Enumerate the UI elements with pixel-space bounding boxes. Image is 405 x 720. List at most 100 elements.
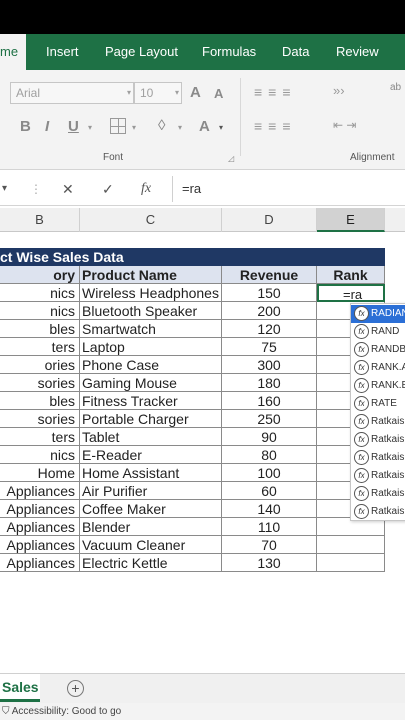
enter-button[interactable]: ✓ <box>102 172 114 206</box>
product-cell[interactable]: Gaming Mouse <box>80 374 222 392</box>
insert-function-button[interactable]: fx <box>141 172 151 206</box>
autocomplete-item[interactable]: fx RATE <box>351 395 405 413</box>
align-icons[interactable]: ≡≡≡ <box>254 118 297 134</box>
add-sheet-button[interactable]: + <box>67 680 84 697</box>
revenue-cell[interactable]: 150 <box>222 284 317 302</box>
product-cell[interactable]: Fitness Tracker <box>80 392 222 410</box>
category-cell[interactable]: Appliances <box>0 554 80 572</box>
category-cell[interactable]: nics <box>0 302 80 320</box>
column-header-b[interactable]: B <box>0 208 80 232</box>
product-cell[interactable]: Laptop <box>80 338 222 356</box>
wrap-text-button[interactable]: ab <box>390 82 401 93</box>
autocomplete-item[interactable]: fxRADIANS <box>351 305 405 323</box>
category-cell[interactable]: Appliances <box>0 500 80 518</box>
category-cell[interactable]: ters <box>0 338 80 356</box>
autocomplete-item[interactable]: fxRatkaisin4 <box>351 467 405 485</box>
fill-color-icon[interactable]: ◊ <box>158 117 165 134</box>
column-header-e[interactable]: E <box>317 208 385 232</box>
underline-button[interactable]: U <box>68 118 79 135</box>
active-cell[interactable]: =ra <box>317 284 385 302</box>
product-cell[interactable]: Wireless Headphones <box>80 284 222 302</box>
product-cell[interactable]: Air Purifier <box>80 482 222 500</box>
category-cell[interactable]: bles <box>0 392 80 410</box>
accessibility-status[interactable]: Accessibility: Good to go <box>12 706 122 717</box>
column-header-c[interactable]: C <box>80 208 222 232</box>
revenue-cell[interactable]: 130 <box>222 554 317 572</box>
dialog-launcher-icon[interactable]: ◿ <box>228 154 234 163</box>
category-cell[interactable]: Appliances <box>0 536 80 554</box>
product-cell[interactable]: Portable Charger <box>80 410 222 428</box>
product-cell[interactable]: Tablet <box>80 428 222 446</box>
header-rank[interactable]: Rank <box>317 266 385 284</box>
category-cell[interactable]: sories <box>0 410 80 428</box>
revenue-cell[interactable]: 250 <box>222 410 317 428</box>
category-cell[interactable]: ters <box>0 428 80 446</box>
revenue-cell[interactable]: 140 <box>222 500 317 518</box>
shrink-font-button[interactable]: A <box>214 86 223 101</box>
category-cell[interactable]: Appliances <box>0 518 80 536</box>
tab-page-layout[interactable]: Page Layout <box>105 34 178 70</box>
revenue-cell[interactable]: 160 <box>222 392 317 410</box>
revenue-cell[interactable]: 100 <box>222 464 317 482</box>
tab-insert[interactable]: Insert <box>46 34 79 70</box>
indent-icons[interactable]: ⇤ ⇥ <box>333 118 356 132</box>
sheet-tab-sales[interactable]: Sales <box>0 674 40 702</box>
autocomplete-item[interactable]: fxRANDBETWEEN <box>351 341 405 359</box>
product-cell[interactable]: Smartwatch <box>80 320 222 338</box>
tab-formulas[interactable]: Formulas <box>202 34 256 70</box>
rank-cell[interactable] <box>317 554 385 572</box>
product-cell[interactable]: Blender <box>80 518 222 536</box>
revenue-cell[interactable]: 300 <box>222 356 317 374</box>
table-title[interactable]: ct Wise Sales Data <box>0 248 385 266</box>
top-align-icons[interactable]: ≡≡≡ <box>254 84 297 100</box>
autocomplete-item[interactable]: fxRatkaisin1 <box>351 413 405 431</box>
category-cell[interactable]: Home <box>0 464 80 482</box>
revenue-cell[interactable]: 80 <box>222 446 317 464</box>
formula-input[interactable]: =ra <box>182 172 201 206</box>
borders-icon[interactable] <box>110 118 126 134</box>
tab-data[interactable]: Data <box>282 34 309 70</box>
revenue-cell[interactable]: 60 <box>222 482 317 500</box>
font-color-button[interactable]: A <box>199 118 210 135</box>
autocomplete-item[interactable]: fxRatkaisin3 <box>351 449 405 467</box>
font-name-box[interactable]: Arial ▾ <box>10 82 134 104</box>
italic-button[interactable]: I <box>45 118 49 135</box>
revenue-cell[interactable]: 200 <box>222 302 317 320</box>
category-cell[interactable]: bles <box>0 320 80 338</box>
product-cell[interactable]: Vacuum Cleaner <box>80 536 222 554</box>
product-cell[interactable]: Phone Case <box>80 356 222 374</box>
bold-button[interactable]: B <box>20 118 31 135</box>
product-cell[interactable]: Electric Kettle <box>80 554 222 572</box>
autocomplete-item[interactable]: fx RAND <box>351 323 405 341</box>
category-cell[interactable]: Appliances <box>0 482 80 500</box>
revenue-cell[interactable]: 90 <box>222 428 317 446</box>
header-category[interactable]: ory <box>0 266 80 284</box>
revenue-cell[interactable]: 120 <box>222 320 317 338</box>
tab-home[interactable]: me <box>0 34 27 70</box>
autocomplete-item[interactable]: fxRatkaisin2 <box>351 431 405 449</box>
column-header-d[interactable]: D <box>222 208 317 232</box>
orientation-icon[interactable]: »› <box>333 83 345 98</box>
rank-cell[interactable] <box>317 536 385 554</box>
category-cell[interactable]: sories <box>0 374 80 392</box>
grow-font-button[interactable]: A <box>190 84 201 101</box>
revenue-cell[interactable]: 70 <box>222 536 317 554</box>
tab-review[interactable]: Review <box>336 34 379 70</box>
revenue-cell[interactable]: 180 <box>222 374 317 392</box>
header-revenue[interactable]: Revenue <box>222 266 317 284</box>
category-cell[interactable]: nics <box>0 284 80 302</box>
product-cell[interactable]: Coffee Maker <box>80 500 222 518</box>
category-cell[interactable]: nics <box>0 446 80 464</box>
product-cell[interactable]: E-Reader <box>80 446 222 464</box>
name-box-dropdown[interactable]: ▾ <box>2 172 7 206</box>
revenue-cell[interactable]: 75 <box>222 338 317 356</box>
product-cell[interactable]: Home Assistant <box>80 464 222 482</box>
autocomplete-item[interactable]: fxRANK.EQ <box>351 377 405 395</box>
font-size-box[interactable]: 10 ▾ <box>134 82 182 104</box>
product-cell[interactable]: Bluetooth Speaker <box>80 302 222 320</box>
autocomplete-item[interactable]: fxRatkaisin5 <box>351 485 405 503</box>
revenue-cell[interactable]: 110 <box>222 518 317 536</box>
header-product-name[interactable]: Product Name <box>80 266 222 284</box>
autocomplete-item[interactable]: fxRatkaisin6 <box>351 503 405 520</box>
autocomplete-item[interactable]: fxRANK.AVG <box>351 359 405 377</box>
